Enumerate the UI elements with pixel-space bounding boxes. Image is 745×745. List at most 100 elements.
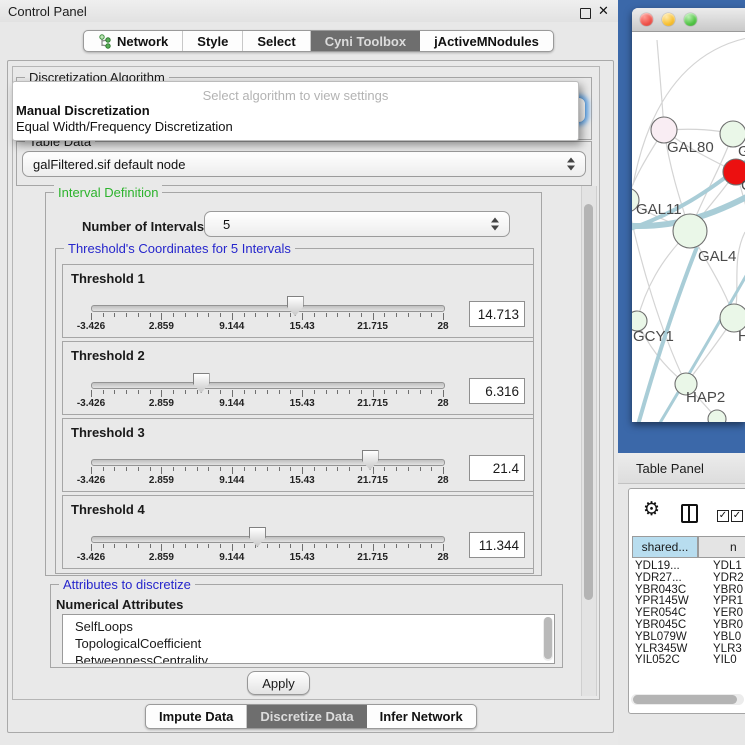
column-header-name[interactable]: n xyxy=(698,536,745,558)
scale-tick xyxy=(408,544,409,548)
cell-shared-name: YER054C xyxy=(635,607,686,619)
tab-jactivemnodules[interactable]: jActiveMNodules xyxy=(420,31,553,51)
checkbox-checked-icon[interactable]: ✓ xyxy=(717,510,729,522)
scale-label: 28 xyxy=(437,552,448,563)
network-view-window: GAL80 GA C GAL11 GAL4 GCY1 H HAP2 xyxy=(632,8,745,422)
scale-tick xyxy=(197,467,198,471)
tab-cyni-toolbox[interactable]: Cyni Toolbox xyxy=(311,31,420,51)
tab-impute-data[interactable]: Impute Data xyxy=(146,705,247,728)
table-data-combobox[interactable]: galFiltered.sif default node xyxy=(22,151,586,177)
table-row[interactable]: YER054CYER0 xyxy=(633,607,745,619)
slider-thumb[interactable] xyxy=(193,373,210,393)
slider-track[interactable] xyxy=(91,536,445,543)
close-icon[interactable]: ✕ xyxy=(598,3,609,19)
popup-option-manual-discretization[interactable]: Manual Discretization xyxy=(16,103,150,118)
float-window-icon[interactable] xyxy=(580,8,591,19)
scale-tick xyxy=(384,390,385,394)
scale-tick xyxy=(443,390,444,397)
close-traffic-light-icon[interactable] xyxy=(640,13,653,26)
scale-tick xyxy=(173,544,174,548)
scale-label: -3.426 xyxy=(77,398,105,409)
scale-tick xyxy=(103,544,104,548)
scale-tick xyxy=(361,313,362,317)
tab-select[interactable]: Select xyxy=(243,31,310,51)
slider-thumb[interactable] xyxy=(249,527,266,547)
list-scrollbar[interactable] xyxy=(543,617,553,661)
scale-tick xyxy=(373,544,374,551)
slider-thumb[interactable] xyxy=(287,296,304,316)
network-icon xyxy=(98,34,111,49)
network-canvas[interactable]: GAL80 GA C GAL11 GAL4 GCY1 H HAP2 xyxy=(632,32,745,422)
scrollbar-thumb[interactable] xyxy=(633,695,737,704)
scale-label: 2.859 xyxy=(149,552,174,563)
slider-thumb[interactable] xyxy=(362,450,379,470)
scale-tick xyxy=(220,313,221,317)
table-row[interactable]: YIL052CYIL0 xyxy=(633,654,745,663)
scale-tick xyxy=(161,313,162,320)
threshold-label: Threshold 3 xyxy=(71,425,145,440)
attribute-list-item[interactable]: SelfLoops xyxy=(75,619,133,636)
threshold-label: Threshold 4 xyxy=(71,502,145,517)
slider-track[interactable] xyxy=(91,382,445,389)
scale-label: 21.715 xyxy=(357,552,388,563)
scale-tick xyxy=(279,313,280,317)
scale-tick xyxy=(431,467,432,471)
number-of-intervals-combobox[interactable]: 5 xyxy=(204,211,510,237)
horizontal-scrollbar[interactable] xyxy=(631,694,744,705)
scale-tick xyxy=(220,390,221,394)
gear-icon[interactable]: ⚙ xyxy=(643,500,660,519)
table-panel: ⚙ ✓ ✓ shared... n YDL19...YDL1YDR27...YD… xyxy=(628,488,745,714)
table-row[interactable]: YLR345WYLR3 xyxy=(633,643,745,655)
scale-tick xyxy=(114,467,115,471)
scale-tick xyxy=(126,544,127,548)
scale-tick xyxy=(185,544,186,548)
table-row[interactable]: YBR045CYBR0 xyxy=(633,619,745,631)
scale-label: -3.426 xyxy=(77,552,105,563)
scale-tick xyxy=(302,544,303,551)
split-view-icon[interactable] xyxy=(681,504,698,523)
table-row[interactable]: YDR27...YDR2 xyxy=(633,572,745,584)
tab-style[interactable]: Style xyxy=(183,31,243,51)
threshold-value-field[interactable]: 14.713 xyxy=(469,301,525,327)
table-rows[interactable]: YDL19...YDL1YDR27...YDR2YBR043CYBR0YPR14… xyxy=(629,560,745,663)
zoom-traffic-light-icon[interactable] xyxy=(684,13,697,26)
checkbox-checked-icon[interactable]: ✓ xyxy=(731,510,743,522)
column-header-shared-name[interactable]: shared... xyxy=(632,536,698,558)
scale-tick xyxy=(337,390,338,394)
tab-infer-network[interactable]: Infer Network xyxy=(367,705,476,728)
combo-stepper-icon xyxy=(567,158,575,171)
attribute-list-item[interactable]: BetweennessCentrality xyxy=(75,653,208,664)
scale-tick xyxy=(126,467,127,471)
numerical-attributes-list[interactable]: SelfLoopsTopologicalCoefficientBetweenne… xyxy=(62,614,555,664)
tab-network[interactable]: Network xyxy=(84,31,183,51)
popup-option-equal-width-frequency[interactable]: Equal Width/Frequency Discretization xyxy=(16,119,233,134)
table-row[interactable]: YDL19...YDL1 xyxy=(633,560,745,572)
scale-tick xyxy=(208,313,209,317)
scale-label: 15.43 xyxy=(290,321,315,332)
tab-jactivemnodules-label: jActiveMNodules xyxy=(434,34,539,49)
threshold-value-field[interactable]: 6.316 xyxy=(469,378,525,404)
threshold-value-field[interactable]: 11.344 xyxy=(469,532,525,558)
table-row[interactable]: YBL079WYBL0 xyxy=(633,631,745,643)
network-graph: GAL80 GA C GAL11 GAL4 GCY1 H HAP2 xyxy=(632,32,745,422)
slider-track[interactable] xyxy=(91,459,445,466)
numerical-attributes-label: Numerical Attributes xyxy=(56,597,183,612)
cell-shared-name: YDL19... xyxy=(635,560,680,572)
apply-button[interactable]: Apply xyxy=(247,671,310,695)
scale-tick xyxy=(185,390,186,394)
minimize-traffic-light-icon[interactable] xyxy=(662,13,675,26)
scale-tick xyxy=(396,467,397,471)
slider-track[interactable] xyxy=(91,305,445,312)
scale-tick xyxy=(244,544,245,548)
tab-discretize-data-label: Discretize Data xyxy=(260,709,353,724)
scale-label: 9.144 xyxy=(219,398,244,409)
scrollbar-thumb[interactable] xyxy=(584,204,593,600)
table-row[interactable]: YBR043CYBR0 xyxy=(633,584,745,596)
scale-tick xyxy=(103,313,104,317)
node-gal4[interactable] xyxy=(673,214,707,248)
vertical-scrollbar[interactable] xyxy=(581,186,597,696)
threshold-value-field[interactable]: 21.4 xyxy=(469,455,525,481)
tab-discretize-data[interactable]: Discretize Data xyxy=(247,705,366,728)
table-row[interactable]: YPR145WYPR1 xyxy=(633,595,745,607)
attribute-list-item[interactable]: TopologicalCoefficient xyxy=(75,636,201,653)
